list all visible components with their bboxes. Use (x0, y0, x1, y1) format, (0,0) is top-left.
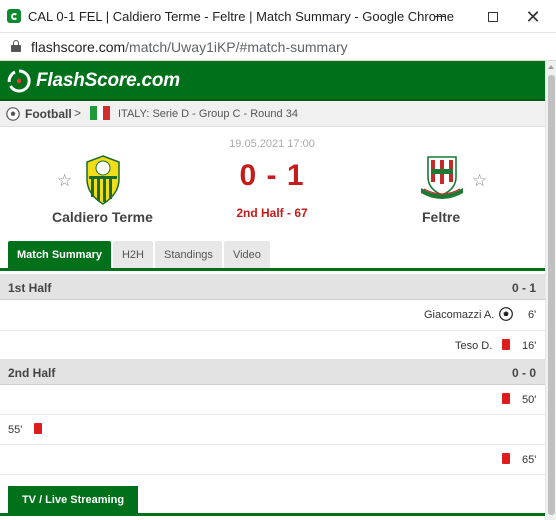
flashscore-logo-text[interactable]: FlashScore.com (36, 70, 180, 92)
breadcrumb: Football > ITALY: Serie D - Group C - Ro… (0, 101, 545, 127)
tab-video[interactable]: Video (223, 241, 270, 268)
first-half-header: 1st Half 0 - 1 (0, 274, 545, 300)
breadcrumb-sport-link[interactable]: Football (25, 107, 72, 121)
incident-row: 55' (0, 415, 545, 445)
close-window-button[interactable]: ✕ (510, 0, 556, 33)
first-half-score: 0 - 1 (511, 281, 536, 295)
flashscore-favicon-icon (7, 9, 21, 23)
feltre-logo[interactable] (420, 155, 464, 199)
favorite-star-icon-home[interactable]: ☆ (57, 172, 72, 189)
second-half-label: 2nd Half (8, 366, 56, 380)
second-half-score: 0 - 0 (511, 366, 536, 380)
address-bar[interactable]: flashscore.com/match/Uway1iKP/#match-sum… (0, 33, 556, 61)
tabs-underline (0, 268, 545, 271)
page-scrollbar[interactable] (545, 61, 556, 520)
minimize-button[interactable] (416, 0, 462, 33)
italy-flag-icon (90, 106, 111, 120)
match-tabs: Match Summary H2H Standings Video (8, 241, 272, 268)
incident-minute: 6' (528, 309, 537, 321)
match-datetime: 19.05.2021 17:00 (229, 138, 315, 150)
streaming-underline (0, 513, 545, 516)
site-header: FlashScore.com (0, 61, 545, 101)
first-half-label: 1st Half (8, 281, 52, 295)
url-domain: flashscore.com (31, 39, 126, 55)
home-team-name[interactable]: Caldiero Terme (52, 209, 153, 225)
tab-standings[interactable]: Standings (155, 241, 222, 268)
incident-player[interactable]: Teso D. (455, 340, 492, 352)
incident-row: 65' (0, 445, 545, 475)
close-icon: ✕ (525, 6, 541, 27)
goal-ball-icon (499, 307, 513, 321)
tv-live-streaming-tab[interactable]: TV / Live Streaming (8, 486, 138, 513)
row-divider (0, 474, 545, 475)
incident-minute: 50' (522, 394, 537, 406)
away-team-name[interactable]: Feltre (422, 209, 460, 225)
url-path: /match/Uway1iKP/#match-summary (125, 39, 348, 55)
second-half-header: 2nd Half 0 - 0 (0, 359, 545, 385)
match-score: 0 - 1 (239, 159, 305, 192)
favorite-star-icon-away[interactable]: ☆ (472, 172, 487, 189)
tab-match-summary[interactable]: Match Summary (8, 241, 111, 268)
incident-row: 50' (0, 385, 545, 415)
caldiero-terme-logo[interactable] (85, 155, 121, 205)
red-card-icon (502, 393, 510, 404)
red-card-icon (502, 453, 510, 464)
breadcrumb-league-link[interactable]: ITALY: Serie D - Group C - Round 34 (118, 108, 298, 120)
red-card-icon (502, 339, 510, 350)
url-text[interactable]: flashscore.com/match/Uway1iKP/#match-sum… (31, 39, 348, 55)
incident-minute: 55' (8, 424, 23, 436)
lock-icon[interactable] (11, 40, 21, 52)
chevron-right-icon: > (74, 106, 82, 120)
incident-player[interactable]: Giacomazzi A. (424, 309, 494, 321)
incident-row: Teso D. 16' (0, 331, 545, 361)
incident-row: Giacomazzi A. 6' (0, 300, 545, 330)
scroll-up-arrow-icon[interactable] (548, 65, 554, 69)
red-card-icon (34, 423, 42, 434)
flashscore-logo-icon[interactable] (7, 69, 31, 93)
incident-minute: 16' (522, 340, 537, 352)
tab-h2h[interactable]: H2H (112, 241, 153, 268)
scrollbar-thumb[interactable] (548, 75, 555, 515)
incident-minute: 65' (522, 454, 537, 466)
browser-title-bar: CAL 0-1 FEL | Caldiero Terme - Feltre | … (0, 0, 556, 33)
window-title: CAL 0-1 FEL | Caldiero Terme - Feltre | … (28, 9, 455, 24)
match-status: 2nd Half - 67 (236, 206, 308, 220)
soccer-ball-icon (6, 107, 20, 121)
